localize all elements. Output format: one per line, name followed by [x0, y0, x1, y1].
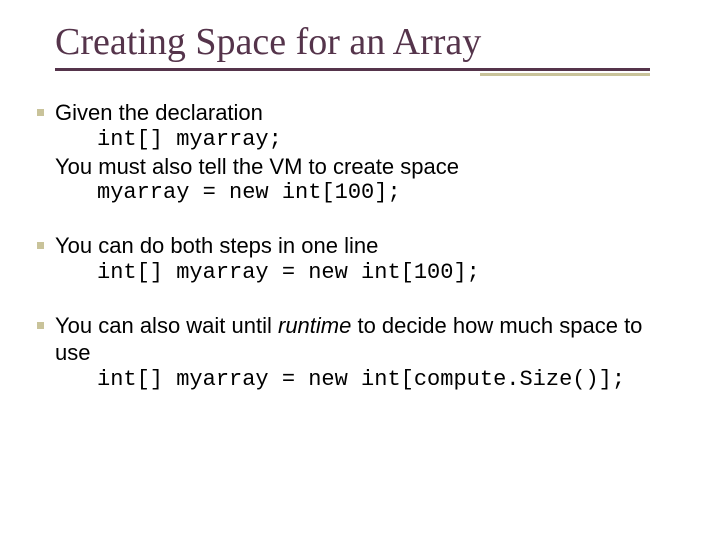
text: You must also tell the VM to create spac… [55, 154, 459, 179]
text: Given the declaration [55, 100, 263, 125]
bullet-icon [37, 109, 44, 116]
code-line: myarray = new int[100]; [55, 180, 680, 207]
code-line: int[] myarray; [55, 127, 680, 154]
text: You can also wait until [55, 313, 278, 338]
slide: Creating Space for an Array Given the de… [0, 0, 720, 540]
block-declaration: Given the declaration int[] myarray; You… [55, 100, 680, 207]
text-line: You can do both steps in one line [55, 233, 680, 260]
text-emphasis: runtime [278, 313, 351, 338]
block-one-line: You can do both steps in one line int[] … [55, 233, 680, 287]
slide-title: Creating Space for an Array [55, 20, 680, 68]
title-rule [55, 68, 680, 82]
code-line: int[] myarray = new int[compute.Size()]; [55, 367, 680, 394]
bullet-icon [37, 322, 44, 329]
rule-accent [480, 73, 650, 76]
text-line: Given the declaration [55, 100, 680, 127]
bullet-icon [37, 242, 44, 249]
block-runtime: You can also wait until runtime to decid… [55, 313, 680, 393]
text-line: You must also tell the VM to create spac… [55, 154, 680, 181]
text: You can do both steps in one line [55, 233, 378, 258]
rule-main [55, 68, 650, 71]
slide-body: Given the declaration int[] myarray; You… [55, 100, 680, 393]
code-line: int[] myarray = new int[100]; [55, 260, 680, 287]
text-line: You can also wait until runtime to decid… [55, 313, 680, 367]
